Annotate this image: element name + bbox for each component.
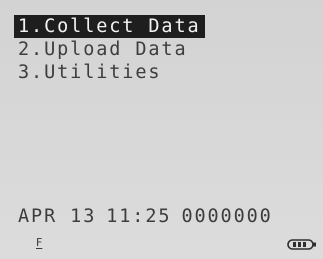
status-bar: APR 13 11:25 0000000 xyxy=(18,206,273,228)
status-time: 11:25 xyxy=(106,206,172,227)
status-counter: 0000000 xyxy=(181,206,273,227)
menu-item-upload-data[interactable]: 2.Upload Data xyxy=(14,38,205,61)
status-date: APR 13 xyxy=(18,206,97,227)
terminal-screen: 1.Collect Data 2.Upload Data 3.Utilities… xyxy=(0,0,323,259)
mode-indicator: F xyxy=(36,236,43,249)
main-menu: 1.Collect Data 2.Upload Data 3.Utilities xyxy=(14,15,205,84)
menu-item-collect-data[interactable]: 1.Collect Data xyxy=(14,15,205,38)
menu-item-utilities[interactable]: 3.Utilities xyxy=(14,61,205,84)
battery-icon xyxy=(287,239,316,250)
